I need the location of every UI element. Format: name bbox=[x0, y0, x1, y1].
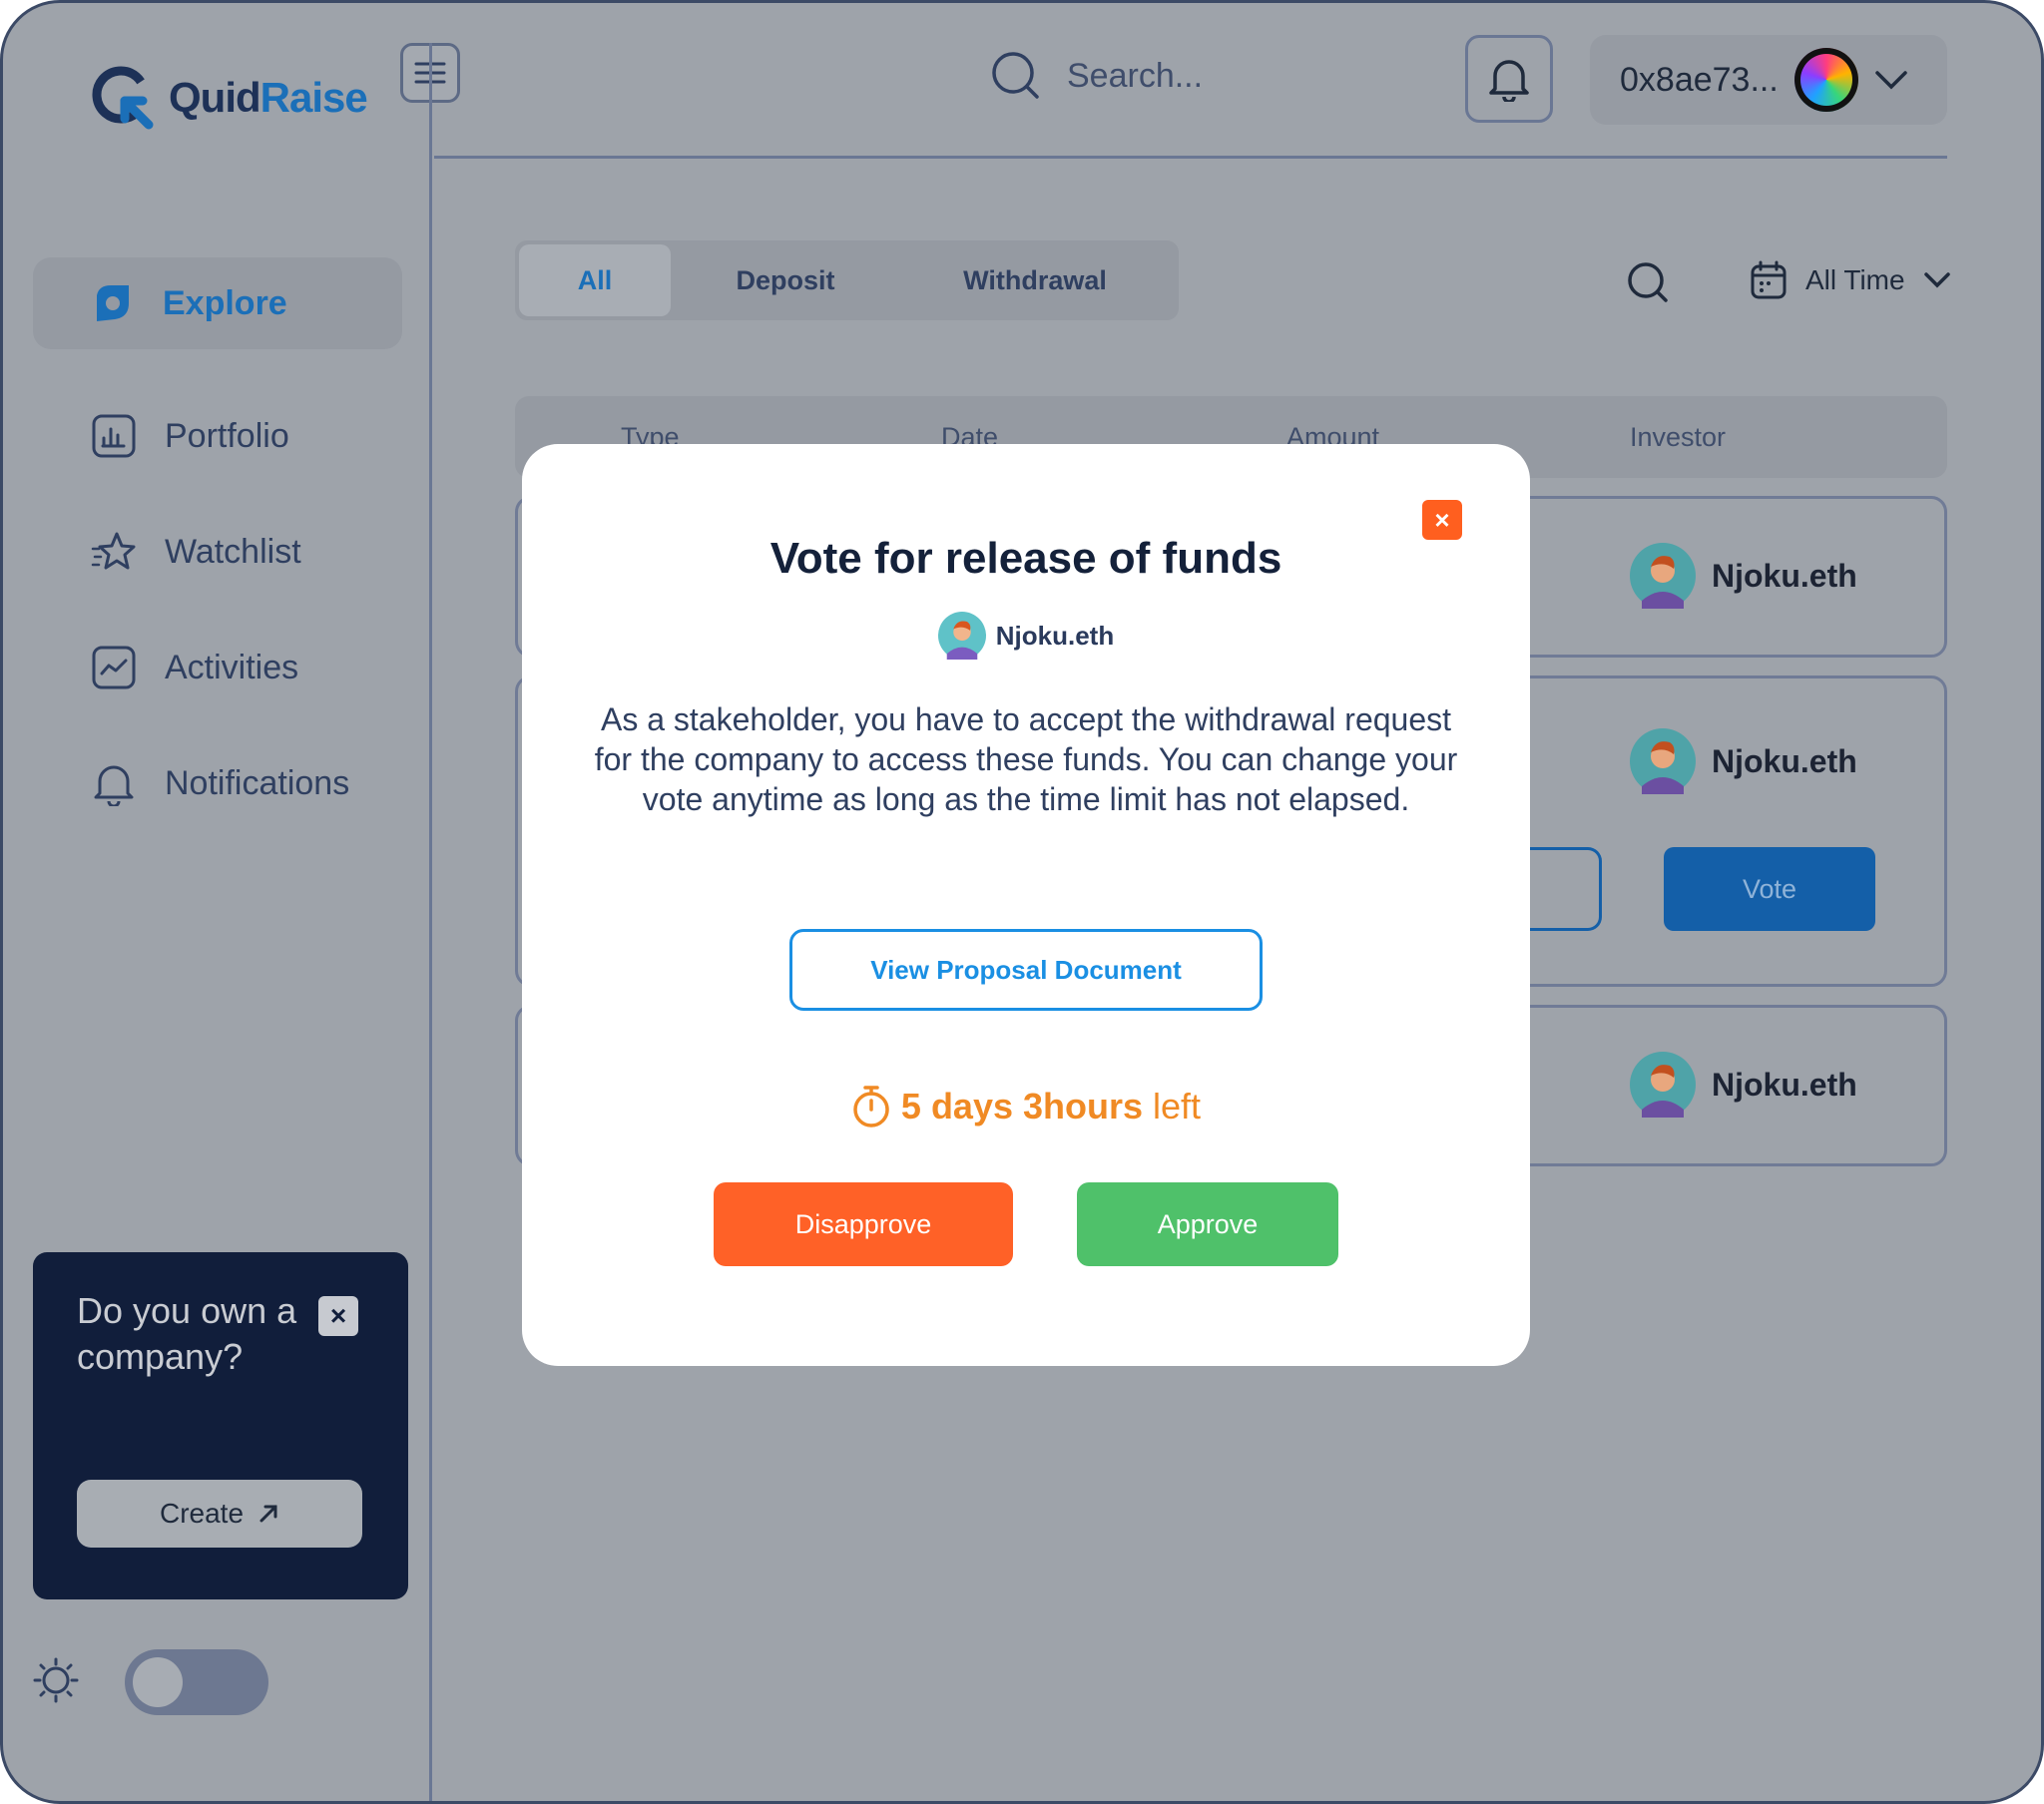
stopwatch-icon bbox=[853, 1086, 889, 1128]
investor-name: Njoku.eth bbox=[1712, 742, 1857, 779]
close-icon: × bbox=[329, 1300, 347, 1331]
time-remaining: 5 days 3hours left bbox=[522, 1085, 1530, 1128]
search-icon bbox=[992, 52, 1039, 99]
theme-toggle[interactable] bbox=[125, 1649, 268, 1715]
modal-user: Njoku.eth bbox=[522, 612, 1530, 660]
investor-cell: Njoku.eth bbox=[1630, 728, 1857, 794]
explore-icon bbox=[97, 285, 129, 321]
sidebar-item-notifications[interactable]: Notifications bbox=[33, 737, 402, 829]
calendar-icon bbox=[1751, 260, 1787, 299]
arrow-up-right-icon bbox=[259, 1505, 277, 1523]
chevron-down-icon bbox=[1875, 71, 1907, 90]
vote-modal: × Vote for release of funds Njoku.eth As… bbox=[522, 444, 1530, 1366]
star-icon bbox=[91, 532, 136, 570]
investor-cell: Njoku.eth bbox=[1630, 1052, 1857, 1118]
vote-button[interactable]: Vote bbox=[1664, 847, 1875, 931]
column-investor: Investor bbox=[1630, 422, 1727, 452]
date-filter[interactable]: All Time bbox=[1750, 260, 1951, 300]
sidebar-item-watchlist[interactable]: Watchlist bbox=[33, 506, 402, 598]
sidebar-item-label: Portfolio bbox=[165, 416, 289, 455]
app-window: QuidRaise Search... 0x8ae73... Explore P… bbox=[0, 0, 2044, 1804]
avatar bbox=[1630, 728, 1696, 794]
investor-name: Njoku.eth bbox=[1712, 1066, 1857, 1103]
disapprove-button[interactable]: Disapprove bbox=[714, 1182, 1013, 1266]
sidebar-item-label: Explore bbox=[163, 283, 287, 322]
promo-title: Do you own a company? bbox=[77, 1290, 297, 1377]
close-icon: × bbox=[1434, 504, 1450, 535]
sidebar-item-label: Activities bbox=[165, 648, 299, 686]
avatar bbox=[1630, 1052, 1696, 1118]
sidebar-item-portfolio[interactable]: Portfolio bbox=[33, 390, 402, 482]
transaction-tabs: All Deposit Withdrawal bbox=[515, 240, 1179, 320]
tab-deposit[interactable]: Deposit bbox=[671, 244, 900, 316]
logo-mark-icon bbox=[92, 66, 154, 130]
create-company-button[interactable]: Create bbox=[77, 1480, 362, 1548]
view-proposal-document-button[interactable]: View Proposal Document bbox=[789, 929, 1263, 1011]
time-remaining-value: 5 days 3hours bbox=[900, 1086, 1144, 1127]
wallet-address: 0x8ae73... bbox=[1620, 60, 1779, 99]
table-search-icon[interactable] bbox=[1626, 260, 1670, 304]
avatar bbox=[1630, 543, 1696, 609]
bell-icon bbox=[94, 765, 134, 806]
tab-all[interactable]: All bbox=[519, 244, 671, 316]
header-divider bbox=[434, 156, 1947, 159]
activities-icon bbox=[92, 646, 136, 689]
chevron-down-icon bbox=[1923, 272, 1950, 288]
sidebar-divider bbox=[429, 43, 432, 1801]
portfolio-icon bbox=[92, 414, 136, 458]
modal-description: As a stakeholder, you have to accept the… bbox=[594, 701, 1458, 817]
modal-user-name: Njoku.eth bbox=[995, 620, 1115, 651]
bell-icon bbox=[1489, 60, 1529, 102]
wallet-button[interactable]: 0x8ae73... bbox=[1590, 35, 1947, 125]
search-bar[interactable]: Search... bbox=[991, 51, 1203, 101]
sidebar-item-label: Watchlist bbox=[165, 532, 301, 571]
sidebar-item-explore[interactable]: Explore bbox=[33, 257, 402, 349]
toggle-knob bbox=[133, 1657, 183, 1707]
sidebar-item-activities[interactable]: Activities bbox=[33, 622, 402, 713]
approve-button[interactable]: Approve bbox=[1077, 1182, 1338, 1266]
notifications-button[interactable] bbox=[1465, 35, 1553, 123]
logo[interactable]: QuidRaise bbox=[89, 63, 368, 133]
theme-sun-icon bbox=[33, 1657, 79, 1708]
modal-title: Vote for release of funds bbox=[769, 534, 1282, 583]
avatar bbox=[937, 612, 986, 660]
sidebar-item-label: Notifications bbox=[165, 763, 350, 802]
promo-close-button[interactable]: × bbox=[318, 1296, 358, 1336]
investor-cell: Njoku.eth bbox=[1630, 543, 1857, 609]
wallet-avatar bbox=[1793, 48, 1858, 112]
search-input[interactable]: Search... bbox=[1067, 57, 1203, 96]
logo-text: QuidRaise bbox=[169, 74, 368, 121]
filter-label: All Time bbox=[1805, 264, 1905, 295]
create-button-label: Create bbox=[159, 1498, 245, 1529]
create-company-card: Do you own a company? × Create bbox=[33, 1252, 408, 1599]
tab-withdrawal[interactable]: Withdrawal bbox=[900, 244, 1170, 316]
investor-name: Njoku.eth bbox=[1712, 557, 1857, 594]
time-remaining-suffix: left bbox=[1153, 1086, 1202, 1127]
